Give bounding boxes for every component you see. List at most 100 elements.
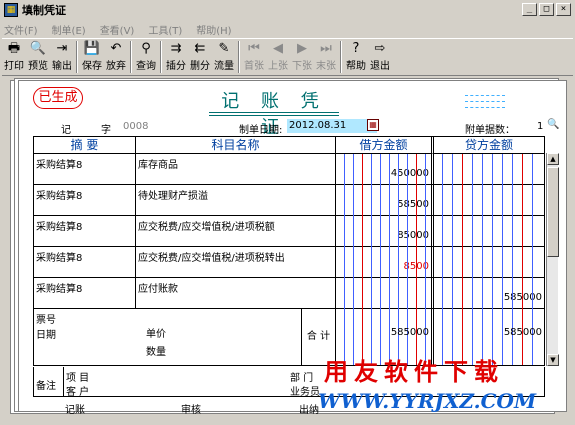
entry-row[interactable]: 采购结算8 库存商品 450000 (34, 154, 544, 185)
toolbar-button-printer[interactable]: 🖶 打印 (2, 39, 26, 75)
undo-icon: ↶ (110, 41, 122, 56)
preview-icon: 🔍 (29, 41, 47, 56)
entry-row[interactable]: 采购结算8 应交税费/应交增值税/进项税额 85000 (34, 216, 544, 247)
toolbar-label: 保存 (82, 61, 102, 72)
toolbar-button-next[interactable]: ▶ 下张 (290, 39, 314, 75)
window-title: 填制凭证 (22, 4, 66, 17)
toolbar-label: 预览 (28, 61, 48, 72)
generated-stamp: 已生成 (33, 87, 83, 109)
customer-label: 客 户 (66, 387, 90, 398)
save-icon: 💾 (83, 41, 101, 56)
summary-cell[interactable]: 采购结算8 (34, 247, 136, 277)
entry-row[interactable]: 采购结算8 应交税费/应交增值税/进项税转出 8500 (34, 247, 544, 278)
toolbar-button-first[interactable]: ⏮ 首张 (242, 39, 266, 75)
toolbar-button-help[interactable]: ? 帮助 (344, 39, 368, 75)
header-summary: 摘 要 (34, 137, 136, 154)
toolbar-separator (130, 41, 132, 73)
decoration-dots (465, 107, 505, 108)
menu-help[interactable]: 帮助(H) (196, 22, 231, 37)
summary-cell[interactable]: 采购结算8 (34, 216, 136, 246)
toolbar-button-insert-row[interactable]: ⇉ 插分 (164, 39, 188, 75)
toolbar-button-cashflow[interactable]: ✎ 流量 (212, 39, 236, 75)
prev-icon: ◀ (273, 41, 283, 56)
menu-edit[interactable]: 制单(E) (52, 22, 86, 37)
attachments-label: 附单据数： (465, 125, 515, 136)
next-icon: ▶ (297, 41, 307, 56)
account-cell[interactable]: 库存商品 (136, 154, 336, 184)
date-field[interactable]: 2012.08.31 (287, 119, 377, 133)
summary-cell[interactable]: 采购结算8 (34, 154, 136, 184)
account-cell[interactable]: 应交税费/应交增值税/进项税转出 (136, 247, 336, 277)
debit-cell[interactable]: 58500 (336, 185, 434, 215)
toolbar-button-undo[interactable]: ↶ 放弃 (104, 39, 128, 75)
scroll-down-icon[interactable]: ▼ (547, 354, 559, 366)
voucher-number[interactable]: 0008 (123, 121, 148, 132)
account-cell[interactable]: 待处理财产损溢 (136, 185, 336, 215)
cashier-label: 出纳 (299, 405, 319, 416)
title-bar: ▦ 填制凭证 _ □ × (0, 0, 575, 20)
quantity-label: 数量 (146, 347, 166, 358)
ticket-info: 票号 日期 单价 数量 (34, 309, 302, 365)
toolbar-button-exit[interactable]: ⇨ 退出 (368, 39, 392, 75)
toolbar-label: 删分 (190, 61, 210, 72)
export-icon: ⇥ (56, 41, 68, 56)
toolbar-label: 首张 (244, 61, 264, 72)
account-cell[interactable]: 应交税费/应交增值税/进项税额 (136, 216, 336, 246)
close-button[interactable]: × (556, 3, 571, 16)
toolbar-label: 帮助 (346, 61, 366, 72)
debit-cell[interactable]: 85000 (336, 216, 434, 246)
toolbar-label: 输出 (52, 61, 72, 72)
toolbar-button-last[interactable]: ⏭ 末张 (314, 39, 338, 75)
debit-cell[interactable] (336, 278, 434, 308)
credit-cell[interactable] (434, 154, 544, 184)
summary-cell[interactable]: 采购结算8 (34, 278, 136, 308)
remarks-label: 备注 (34, 367, 64, 396)
credit-cell[interactable] (434, 185, 544, 215)
toolbar-separator (76, 41, 78, 73)
voucher-word-label: 记 (61, 125, 71, 136)
menu-view[interactable]: 查看(V) (100, 22, 135, 37)
binoculars-icon: ⚲ (141, 41, 151, 56)
attachments-count[interactable]: 1 (537, 121, 543, 132)
menu-file[interactable]: 文件(F) (4, 22, 38, 37)
insert-row-icon: ⇉ (170, 41, 182, 56)
menu-tools[interactable]: 工具(T) (148, 22, 182, 37)
maximize-button[interactable]: □ (539, 3, 554, 16)
entry-row[interactable]: 采购结算8 待处理财产损溢 58500 (34, 185, 544, 216)
vertical-scrollbar[interactable]: ▲ ▼ (546, 153, 559, 366)
watermark-cn: 用友软件下载 (324, 358, 504, 386)
toolbar-label: 查询 (136, 61, 156, 72)
toolbar-button-export[interactable]: ⇥ 输出 (50, 39, 74, 75)
title-underline (209, 115, 339, 116)
credit-cell[interactable] (434, 247, 544, 277)
calendar-icon[interactable]: ▦ (367, 119, 379, 131)
toolbar-label: 打印 (4, 61, 24, 72)
minimize-button[interactable]: _ (522, 3, 537, 16)
toolbar-button-delete-row[interactable]: ⇇ 删分 (188, 39, 212, 75)
toolbar-button-preview[interactable]: 🔍 预览 (26, 39, 50, 75)
search-icon[interactable]: 🔍 (547, 119, 559, 131)
toolbar: 🖶 打印 🔍 预览 ⇥ 输出 💾 保存 ↶ 放弃 ⚲ 查询 ⇉ 插分 ⇇ 删分 ✎ 流量 ⏮ 首张 ◀ 上张 ▶ 下张 ⏭ 末张?… (2, 38, 573, 76)
summary-cell[interactable]: 采购结算8 (34, 185, 136, 215)
debit-cell[interactable]: 8500 (336, 247, 434, 277)
debit-cell[interactable]: 450000 (336, 154, 434, 184)
department-label: 部 门 (290, 373, 314, 384)
toolbar-button-prev[interactable]: ◀ 上张 (266, 39, 290, 75)
scroll-thumb[interactable] (547, 167, 559, 257)
decoration-dots (465, 95, 505, 96)
toolbar-label: 退出 (370, 61, 390, 72)
toolbar-label: 放弃 (106, 61, 126, 72)
entry-row[interactable]: 采购结算8 应付账款 585000 (34, 278, 544, 309)
delete-row-icon: ⇇ (194, 41, 206, 56)
toolbar-button-binoculars[interactable]: ⚲ 查询 (134, 39, 158, 75)
account-cell[interactable]: 应付账款 (136, 278, 336, 308)
scroll-up-icon[interactable]: ▲ (547, 153, 559, 165)
toolbar-button-save[interactable]: 💾 保存 (80, 39, 104, 75)
credit-cell[interactable] (434, 216, 544, 246)
toolbar-label: 下张 (292, 61, 312, 72)
ticket-no-label: 票号 (36, 315, 56, 326)
exit-icon: ⇨ (374, 41, 386, 56)
credit-cell[interactable]: 585000 (434, 278, 544, 308)
toolbar-separator (340, 41, 342, 73)
watermark-url: WWW.YYRJXZ.COM (318, 389, 537, 413)
